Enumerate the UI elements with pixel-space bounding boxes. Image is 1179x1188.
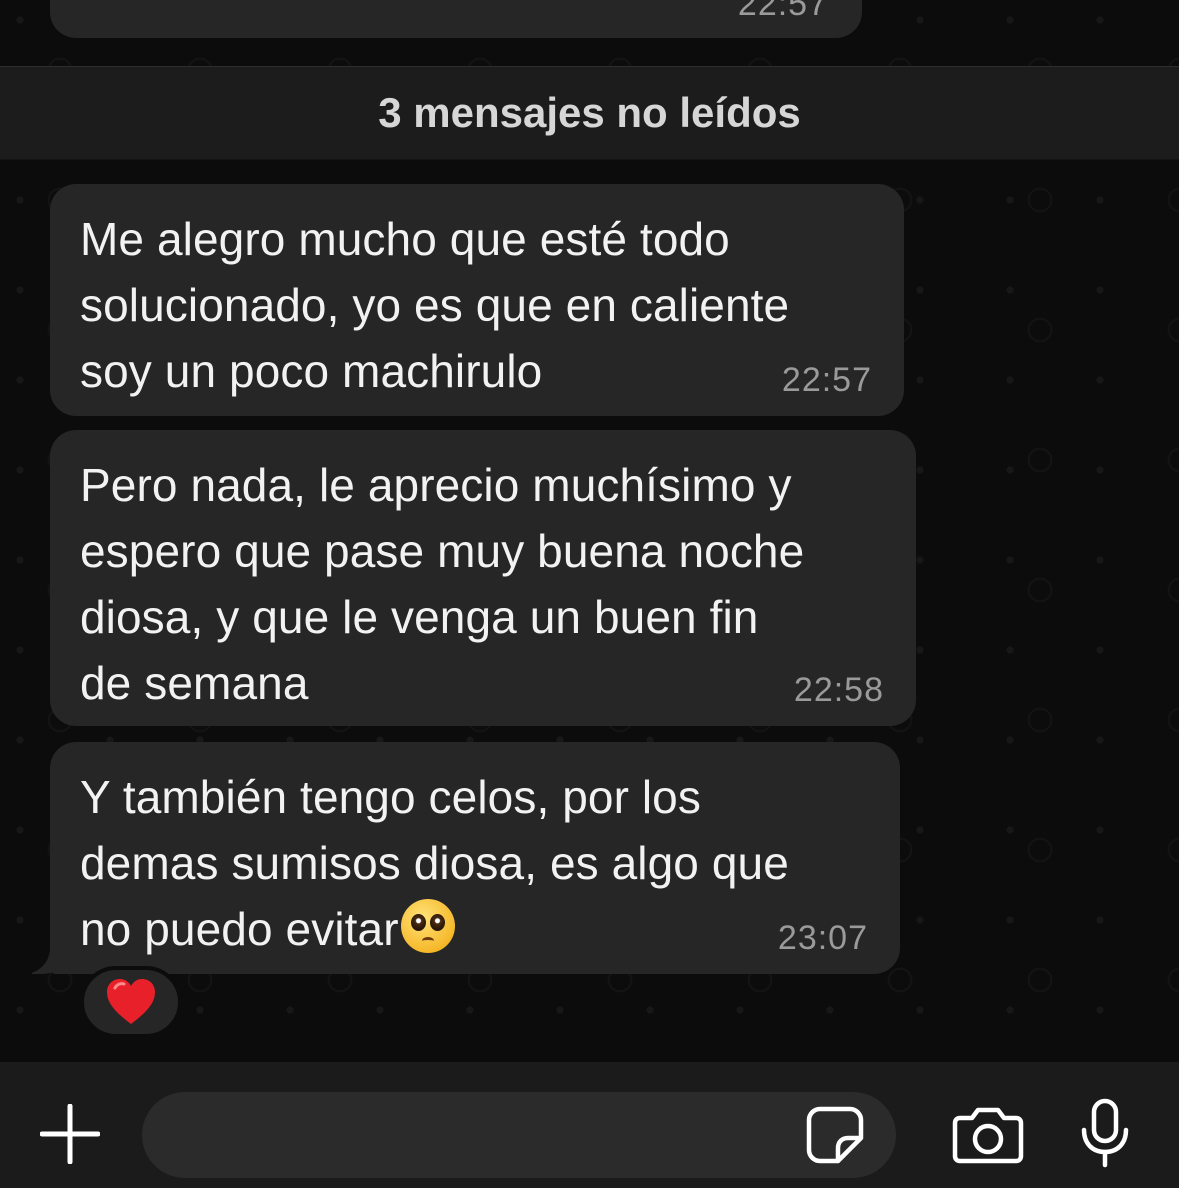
- message-bubble[interactable]: Y también tengo celos, por los demas sum…: [50, 742, 900, 974]
- camera-button[interactable]: [952, 1106, 1024, 1164]
- message-bubble[interactable]: Me alegro mucho que esté todo solucionad…: [50, 184, 904, 416]
- message-time: 22:58: [793, 671, 884, 709]
- plus-icon: [40, 1104, 100, 1164]
- message-bubble[interactable]: Pero nada, le aprecio muchísimo y espero…: [50, 430, 916, 726]
- pleading-face-icon: [400, 899, 455, 953]
- attach-button[interactable]: [40, 1104, 100, 1164]
- message-text: Pero nada, le aprecio muchísimo y espero…: [80, 459, 805, 709]
- unread-banner-label: 3 mensajes no leídos: [378, 89, 801, 136]
- voice-message-button[interactable]: [1080, 1098, 1130, 1168]
- red-heart-icon: [107, 979, 155, 1024]
- message-text: Me alegro mucho que esté todo solucionad…: [80, 213, 790, 397]
- unread-messages-banner: 3 mensajes no leídos: [0, 66, 1179, 160]
- camera-icon: [952, 1107, 1024, 1164]
- sticker-button[interactable]: [806, 1106, 864, 1164]
- message-input[interactable]: [142, 1092, 896, 1178]
- previous-message-bubble[interactable]: 22:57: [50, 0, 862, 38]
- chat-area[interactable]: 22:57 3 mensajes no leídos Me alegro muc…: [0, 0, 1179, 1062]
- message-time: 23:07: [777, 919, 868, 957]
- message-reaction[interactable]: [80, 966, 182, 1038]
- message-time: 22:57: [781, 361, 872, 399]
- message-time: 22:57: [737, 0, 828, 23]
- sticker-icon: [806, 1106, 864, 1164]
- microphone-icon: [1081, 1098, 1129, 1168]
